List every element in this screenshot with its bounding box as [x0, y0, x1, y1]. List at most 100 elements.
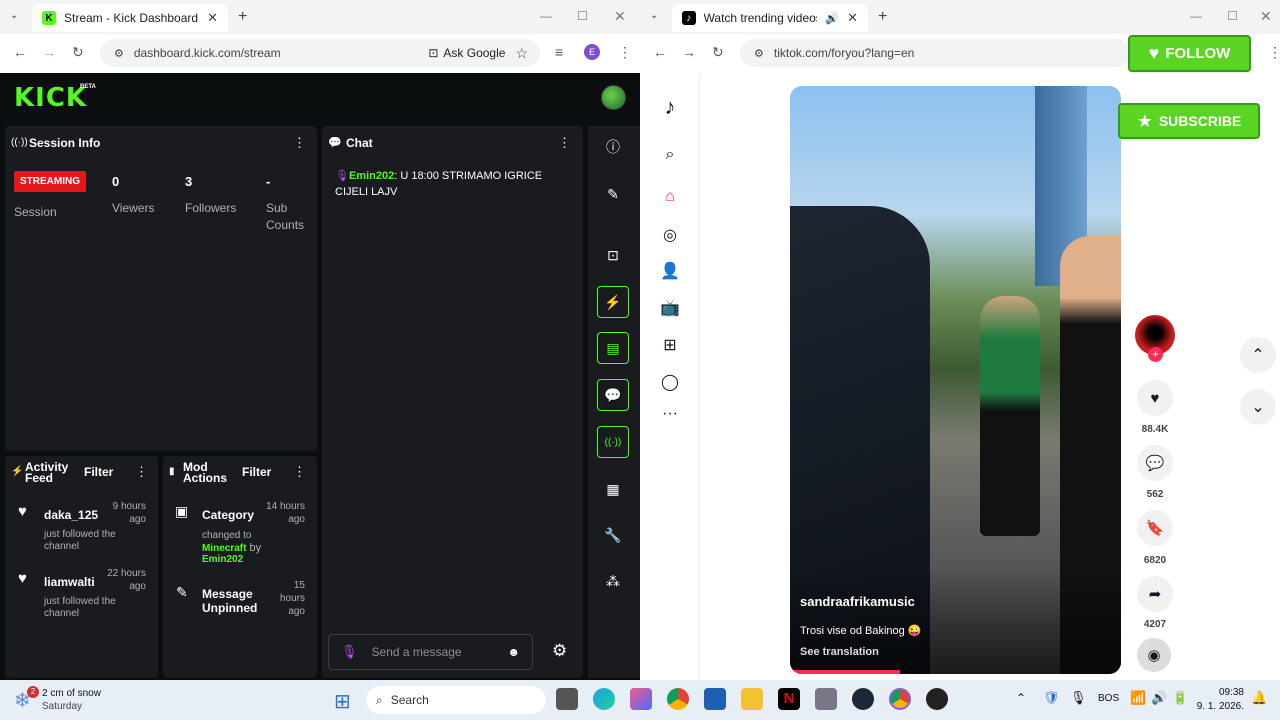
see-translation-link[interactable]: See translation — [800, 646, 879, 658]
more-icon[interactable]: ··· — [660, 405, 680, 423]
site-info-icon[interactable]: ⚙ — [754, 47, 764, 60]
upload-icon[interactable]: ⊞ — [660, 335, 680, 355]
maximize-icon[interactable]: ☐ — [1227, 9, 1238, 23]
game-link[interactable]: Minecraft — [202, 543, 246, 554]
address-bar[interactable]: ⚙ dashboard.kick.com/stream ⊡ Ask Google… — [100, 39, 540, 67]
chat-username[interactable]: Emin202 — [349, 170, 394, 182]
tab-list-icon[interactable]: ⌄ — [10, 10, 18, 21]
video-username[interactable]: sandraafrikamusic — [800, 594, 915, 609]
volume-icon[interactable]: 🔊 — [1151, 690, 1167, 706]
close-window-icon[interactable]: ✕ — [614, 8, 626, 25]
mod-menu-icon[interactable]: ⋮ — [293, 464, 306, 480]
language-indicator[interactable]: BOS — [1098, 693, 1119, 704]
activity-user[interactable]: daka_125 — [44, 508, 98, 522]
back-icon[interactable]: ← — [13, 44, 27, 60]
forward-icon[interactable]: → — [682, 44, 696, 60]
battery-icon[interactable]: 🔋 — [1172, 690, 1188, 706]
reload-icon[interactable]: ↻ — [72, 44, 84, 61]
broadcast-toggle-icon[interactable]: ((·)) — [597, 426, 629, 458]
edge-icon[interactable] — [593, 688, 615, 710]
ask-google-button[interactable]: ⊡ Ask Google — [428, 46, 505, 60]
chat-toggle-icon[interactable]: 💬 — [597, 379, 629, 411]
session-menu-icon[interactable]: ⋮ — [293, 135, 306, 151]
mic-icon[interactable]: 🎙 — [1070, 690, 1087, 706]
chat-settings-icon[interactable]: ⚙ — [552, 641, 567, 661]
recording-app-icon[interactable] — [926, 688, 948, 710]
netflix-icon[interactable]: N — [778, 688, 800, 710]
chrome-profile-icon[interactable] — [889, 688, 911, 710]
minimize-icon[interactable]: — — [540, 9, 552, 23]
focus-icon[interactable]: ⊡ — [597, 239, 629, 271]
video-progress[interactable] — [790, 670, 900, 674]
explore-icon[interactable]: ◎ — [660, 225, 680, 245]
media-controls-icon[interactable]: ≡ — [555, 44, 563, 60]
taskbar-search[interactable]: ⌕ Search — [366, 686, 546, 714]
notes-icon[interactable]: ▤ — [597, 332, 629, 364]
close-window-icon[interactable]: ✕ — [1260, 8, 1272, 25]
subscribe-overlay-button[interactable]: ★ SUBSCRIBE — [1118, 103, 1260, 139]
live-icon[interactable]: 📺 — [660, 298, 680, 318]
browser-menu-icon[interactable]: ⋮ — [618, 44, 632, 61]
kick-logo[interactable]: KICK — [14, 83, 87, 113]
clock-date[interactable]: 9. 1. 2026. — [1190, 701, 1244, 712]
audio-icon[interactable]: 🔊 — [825, 12, 839, 25]
profile-icon[interactable]: ◯ — [660, 372, 680, 392]
defender-icon[interactable]: 🛡 — [1043, 690, 1060, 706]
reload-icon[interactable]: ↻ — [712, 44, 724, 61]
steam-icon[interactable] — [852, 688, 874, 710]
home-icon[interactable]: ⌂ — [660, 188, 680, 206]
copilot-icon[interactable] — [630, 688, 652, 710]
tab-kick-dashboard[interactable]: K Stream - Kick Dashboard ✕ — [32, 4, 228, 32]
close-tab-icon[interactable]: ✕ — [847, 10, 858, 26]
tab-tiktok[interactable]: ♪ Watch trending videos for y 🔊 ✕ — [672, 4, 868, 32]
tray-overflow-icon[interactable]: ⌃ — [1016, 691, 1026, 705]
video-player[interactable]: sandraafrikamusic Trosi vise od Bakinog … — [790, 86, 1121, 674]
share-button[interactable]: ➦ — [1137, 576, 1173, 612]
info-icon[interactable]: ⓘ — [597, 131, 629, 163]
browser-menu-icon[interactable]: ⋮ — [1268, 44, 1280, 61]
quick-actions-icon[interactable]: ⚡ — [597, 286, 629, 318]
notifications-icon[interactable]: 🔔 — [1251, 690, 1267, 706]
file-explorer-icon[interactable] — [741, 688, 763, 710]
wrench-icon[interactable]: 🔧 — [597, 519, 629, 551]
following-icon[interactable]: 👤 — [660, 261, 680, 281]
tab-list-icon[interactable]: ⌄ — [650, 10, 658, 21]
mod-filter-button[interactable]: Filter — [242, 465, 271, 479]
camera-icon[interactable] — [815, 688, 837, 710]
activity-user[interactable]: liamwalti — [44, 575, 95, 589]
save-button[interactable]: 🔖 — [1137, 510, 1173, 546]
comment-button[interactable]: 💬 — [1137, 445, 1173, 481]
clock-time[interactable]: 09:38 — [1196, 687, 1244, 698]
activity-filter-button[interactable]: Filter — [84, 465, 113, 479]
previous-video-icon[interactable]: ⌃ — [1240, 337, 1276, 373]
bookmark-star-icon[interactable]: ☆ — [515, 45, 528, 62]
emoji-icon[interactable]: ☻ — [507, 645, 520, 659]
user-avatar[interactable] — [601, 85, 626, 110]
close-tab-icon[interactable]: ✕ — [207, 10, 218, 26]
follow-overlay-button[interactable]: ♥ FOLLOW — [1128, 35, 1251, 72]
back-icon[interactable]: ← — [653, 44, 667, 60]
forward-icon[interactable]: → — [42, 44, 56, 60]
follow-plus-icon[interactable]: + — [1148, 347, 1163, 362]
new-tab-icon[interactable]: + — [878, 8, 887, 26]
layout-icon[interactable]: ▦ — [597, 473, 629, 505]
address-bar[interactable]: ⚙ tiktok.com/foryou?lang=en — [740, 39, 1130, 67]
maximize-icon[interactable]: ☐ — [577, 9, 588, 23]
site-info-icon[interactable]: ⚙ — [114, 47, 124, 60]
apps-icon[interactable]: ⁂ — [597, 565, 629, 597]
like-button[interactable]: ♥ — [1137, 380, 1173, 416]
task-view-icon[interactable] — [556, 688, 578, 710]
store-icon[interactable] — [704, 688, 726, 710]
windows-start-icon[interactable]: ⊞ — [334, 689, 351, 714]
new-tab-icon[interactable]: + — [238, 8, 247, 26]
search-icon[interactable]: ⌕ — [660, 146, 680, 164]
wifi-icon[interactable]: 📶 — [1130, 690, 1146, 706]
next-video-icon[interactable]: ⌄ — [1240, 389, 1276, 425]
music-disc-icon[interactable]: ◉ — [1137, 638, 1171, 672]
mod-user[interactable]: Emin202 — [202, 554, 243, 565]
minimize-icon[interactable]: — — [1190, 9, 1202, 23]
edit-icon[interactable]: ✎ — [597, 178, 629, 210]
chat-menu-icon[interactable]: ⋮ — [558, 135, 571, 151]
profile-avatar[interactable]: E — [584, 44, 600, 60]
tiktok-logo-icon[interactable]: ♪ — [660, 94, 680, 120]
